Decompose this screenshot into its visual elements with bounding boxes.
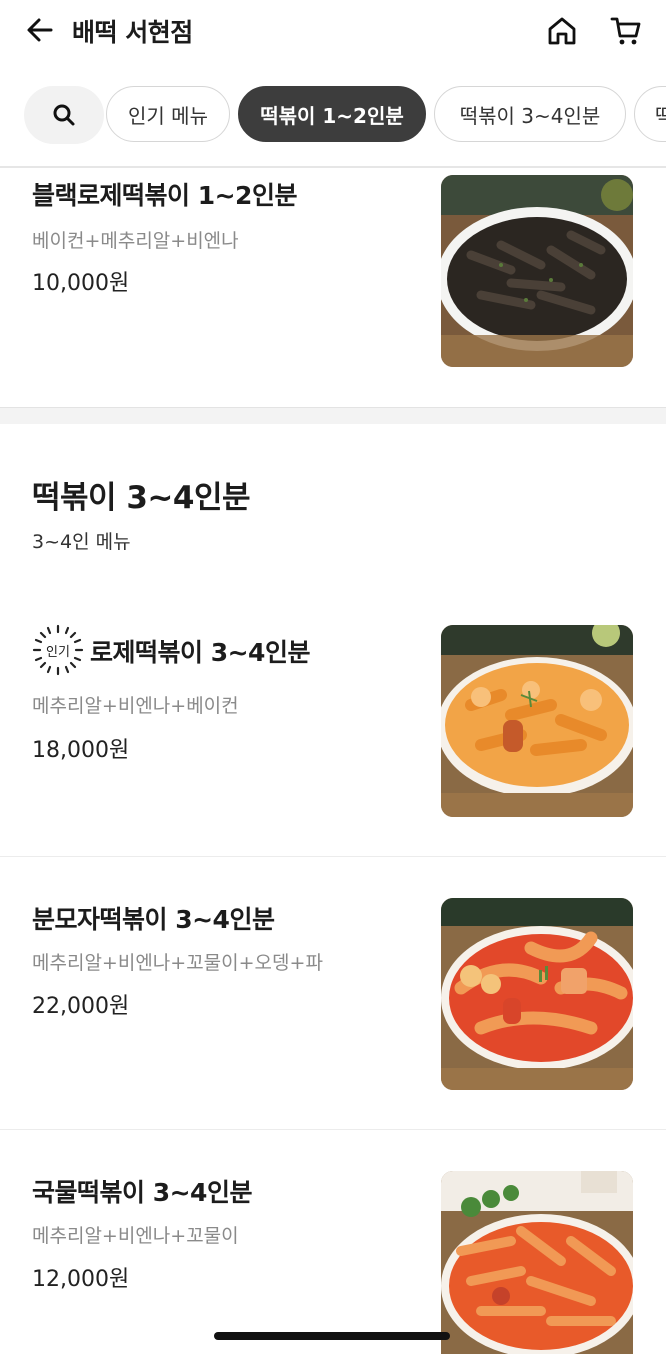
home-button[interactable]	[540, 10, 584, 52]
tab-tteokbokki-3-4[interactable]: 떡볶이 3~4인분	[434, 86, 626, 142]
menu-item-price: 12,000원	[32, 1267, 130, 1292]
cart-icon	[610, 17, 641, 45]
row-divider	[0, 856, 666, 857]
menu-item-price: 10,000원	[32, 271, 130, 296]
menu-item-title: 분모자떡볶이 3~4인분	[32, 905, 275, 934]
tab-tteokbokki-1-2[interactable]: 떡볶이 1~2인분	[238, 86, 426, 142]
section-subtitle: 3~4인 메뉴	[32, 531, 131, 553]
store-title: 배떡 서현점	[72, 18, 193, 47]
search-button[interactable]	[24, 86, 104, 144]
menu-item-description: 베이컨+메추리알+비엔나	[32, 230, 239, 252]
menu-item-description: 메추리알+비엔나+베이컨	[32, 695, 239, 717]
menu-item-title: 국물떡볶이 3~4인분	[32, 1178, 252, 1207]
app-header: 배떡 서현점	[0, 0, 666, 62]
section-separator	[0, 407, 666, 424]
menu-item-title: 블랙로제떡볶이 1~2인분	[32, 181, 297, 210]
search-icon	[53, 104, 75, 126]
row-divider	[0, 1129, 666, 1130]
menu-item-title: 로제떡볶이 3~4인분	[90, 638, 310, 667]
tab-popular-menu[interactable]: 인기 메뉴	[106, 86, 230, 142]
home-indicator[interactable]	[214, 1332, 450, 1340]
tab-next-category[interactable]: 떡	[634, 86, 666, 142]
popular-badge: 인기	[32, 624, 84, 676]
menu-item-photo	[441, 898, 633, 1090]
back-button[interactable]	[20, 10, 60, 50]
menu-item-price: 22,000원	[32, 994, 130, 1019]
menu-item-photo	[441, 175, 633, 367]
menu-item-description: 메추리알+비엔나+꼬물이	[32, 1225, 239, 1247]
home-icon	[548, 17, 576, 45]
cart-button[interactable]	[604, 10, 648, 52]
menu-item-photo	[441, 1171, 633, 1354]
menu-item-photo	[441, 625, 633, 817]
arrow-left-icon	[27, 18, 53, 42]
menu-item-price: 18,000원	[32, 738, 130, 763]
category-tabs: 인기 메뉴 떡볶이 1~2인분 떡볶이 3~4인분 떡	[0, 84, 666, 146]
section-title: 떡볶이 3~4인분	[32, 480, 251, 516]
tabs-divider	[0, 166, 666, 168]
menu-item-description: 메추리알+비엔나+꼬물이+오뎅+파	[32, 952, 323, 974]
popular-badge-label: 인기	[46, 644, 70, 660]
